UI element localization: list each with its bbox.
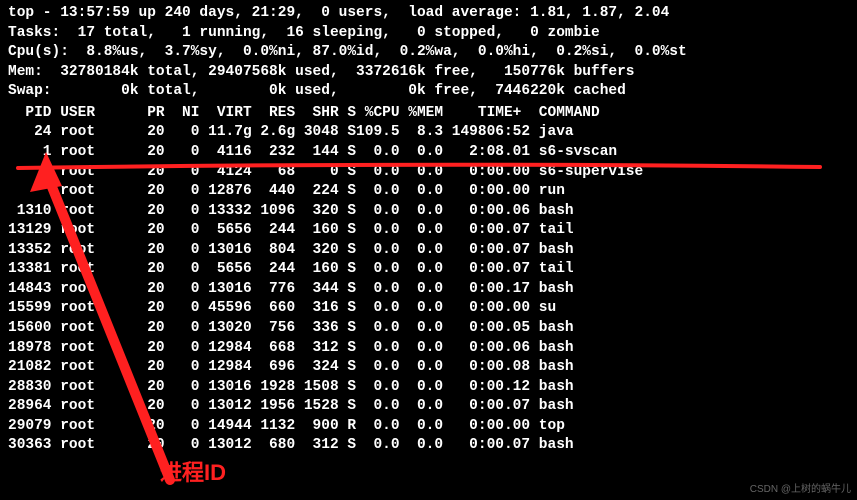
- table-row: 21082 root 20 0 12984 696 324 S 0.0 0.0 …: [8, 358, 849, 378]
- table-row: 15599 root 20 0 45596 660 316 S 0.0 0.0 …: [8, 299, 849, 319]
- table-row: 13381 root 20 0 5656 244 160 S 0.0 0.0 0…: [8, 260, 849, 280]
- process-table-body: 24 root 20 0 11.7g 2.6g 3048 S109.5 8.3 …: [8, 123, 849, 456]
- top-summary-line5: Swap: 0k total, 0k used, 0k free, 744622…: [8, 82, 849, 102]
- table-row: 28964 root 20 0 13012 1956 1528 S 0.0 0.…: [8, 397, 849, 417]
- annotation-label: 进程ID: [160, 458, 226, 488]
- top-summary-line1: top - 13:57:59 up 240 days, 21:29, 0 use…: [8, 4, 849, 24]
- process-table-header: PID USER PR NI VIRT RES SHR S %CPU %MEM …: [8, 104, 849, 124]
- table-row: 15600 root 20 0 13020 756 336 S 0.0 0.0 …: [8, 319, 849, 339]
- watermark: CSDN @上树的蜗牛儿: [750, 483, 851, 497]
- table-row: root 20 0 12876 440 224 S 0.0 0.0 0:00.0…: [8, 182, 849, 202]
- table-row: 1 root 20 0 4116 232 144 S 0.0 0.0 2:08.…: [8, 143, 849, 163]
- table-row: root 20 0 4124 68 0 S 0.0 0.0 0:00.00 s6…: [8, 163, 849, 183]
- table-row: 13129 root 20 0 5656 244 160 S 0.0 0.0 0…: [8, 221, 849, 241]
- top-summary-line3: Cpu(s): 8.8%us, 3.7%sy, 0.0%ni, 87.0%id,…: [8, 43, 849, 63]
- table-row: 24 root 20 0 11.7g 2.6g 3048 S109.5 8.3 …: [8, 123, 849, 143]
- table-row: 18978 root 20 0 12984 668 312 S 0.0 0.0 …: [8, 339, 849, 359]
- table-row: 14843 root 20 0 13016 776 344 S 0.0 0.0 …: [8, 280, 849, 300]
- table-row: 29079 root 20 0 14944 1132 900 R 0.0 0.0…: [8, 417, 849, 437]
- table-row: 30363 root 20 0 13012 680 312 S 0.0 0.0 …: [8, 436, 849, 456]
- top-summary-line4: Mem: 32780184k total, 29407568k used, 33…: [8, 63, 849, 83]
- table-row: 28830 root 20 0 13016 1928 1508 S 0.0 0.…: [8, 378, 849, 398]
- table-row: 1310 root 20 0 13332 1096 320 S 0.0 0.0 …: [8, 202, 849, 222]
- top-summary-line2: Tasks: 17 total, 1 running, 16 sleeping,…: [8, 24, 849, 44]
- table-row: 13352 root 20 0 13016 804 320 S 0.0 0.0 …: [8, 241, 849, 261]
